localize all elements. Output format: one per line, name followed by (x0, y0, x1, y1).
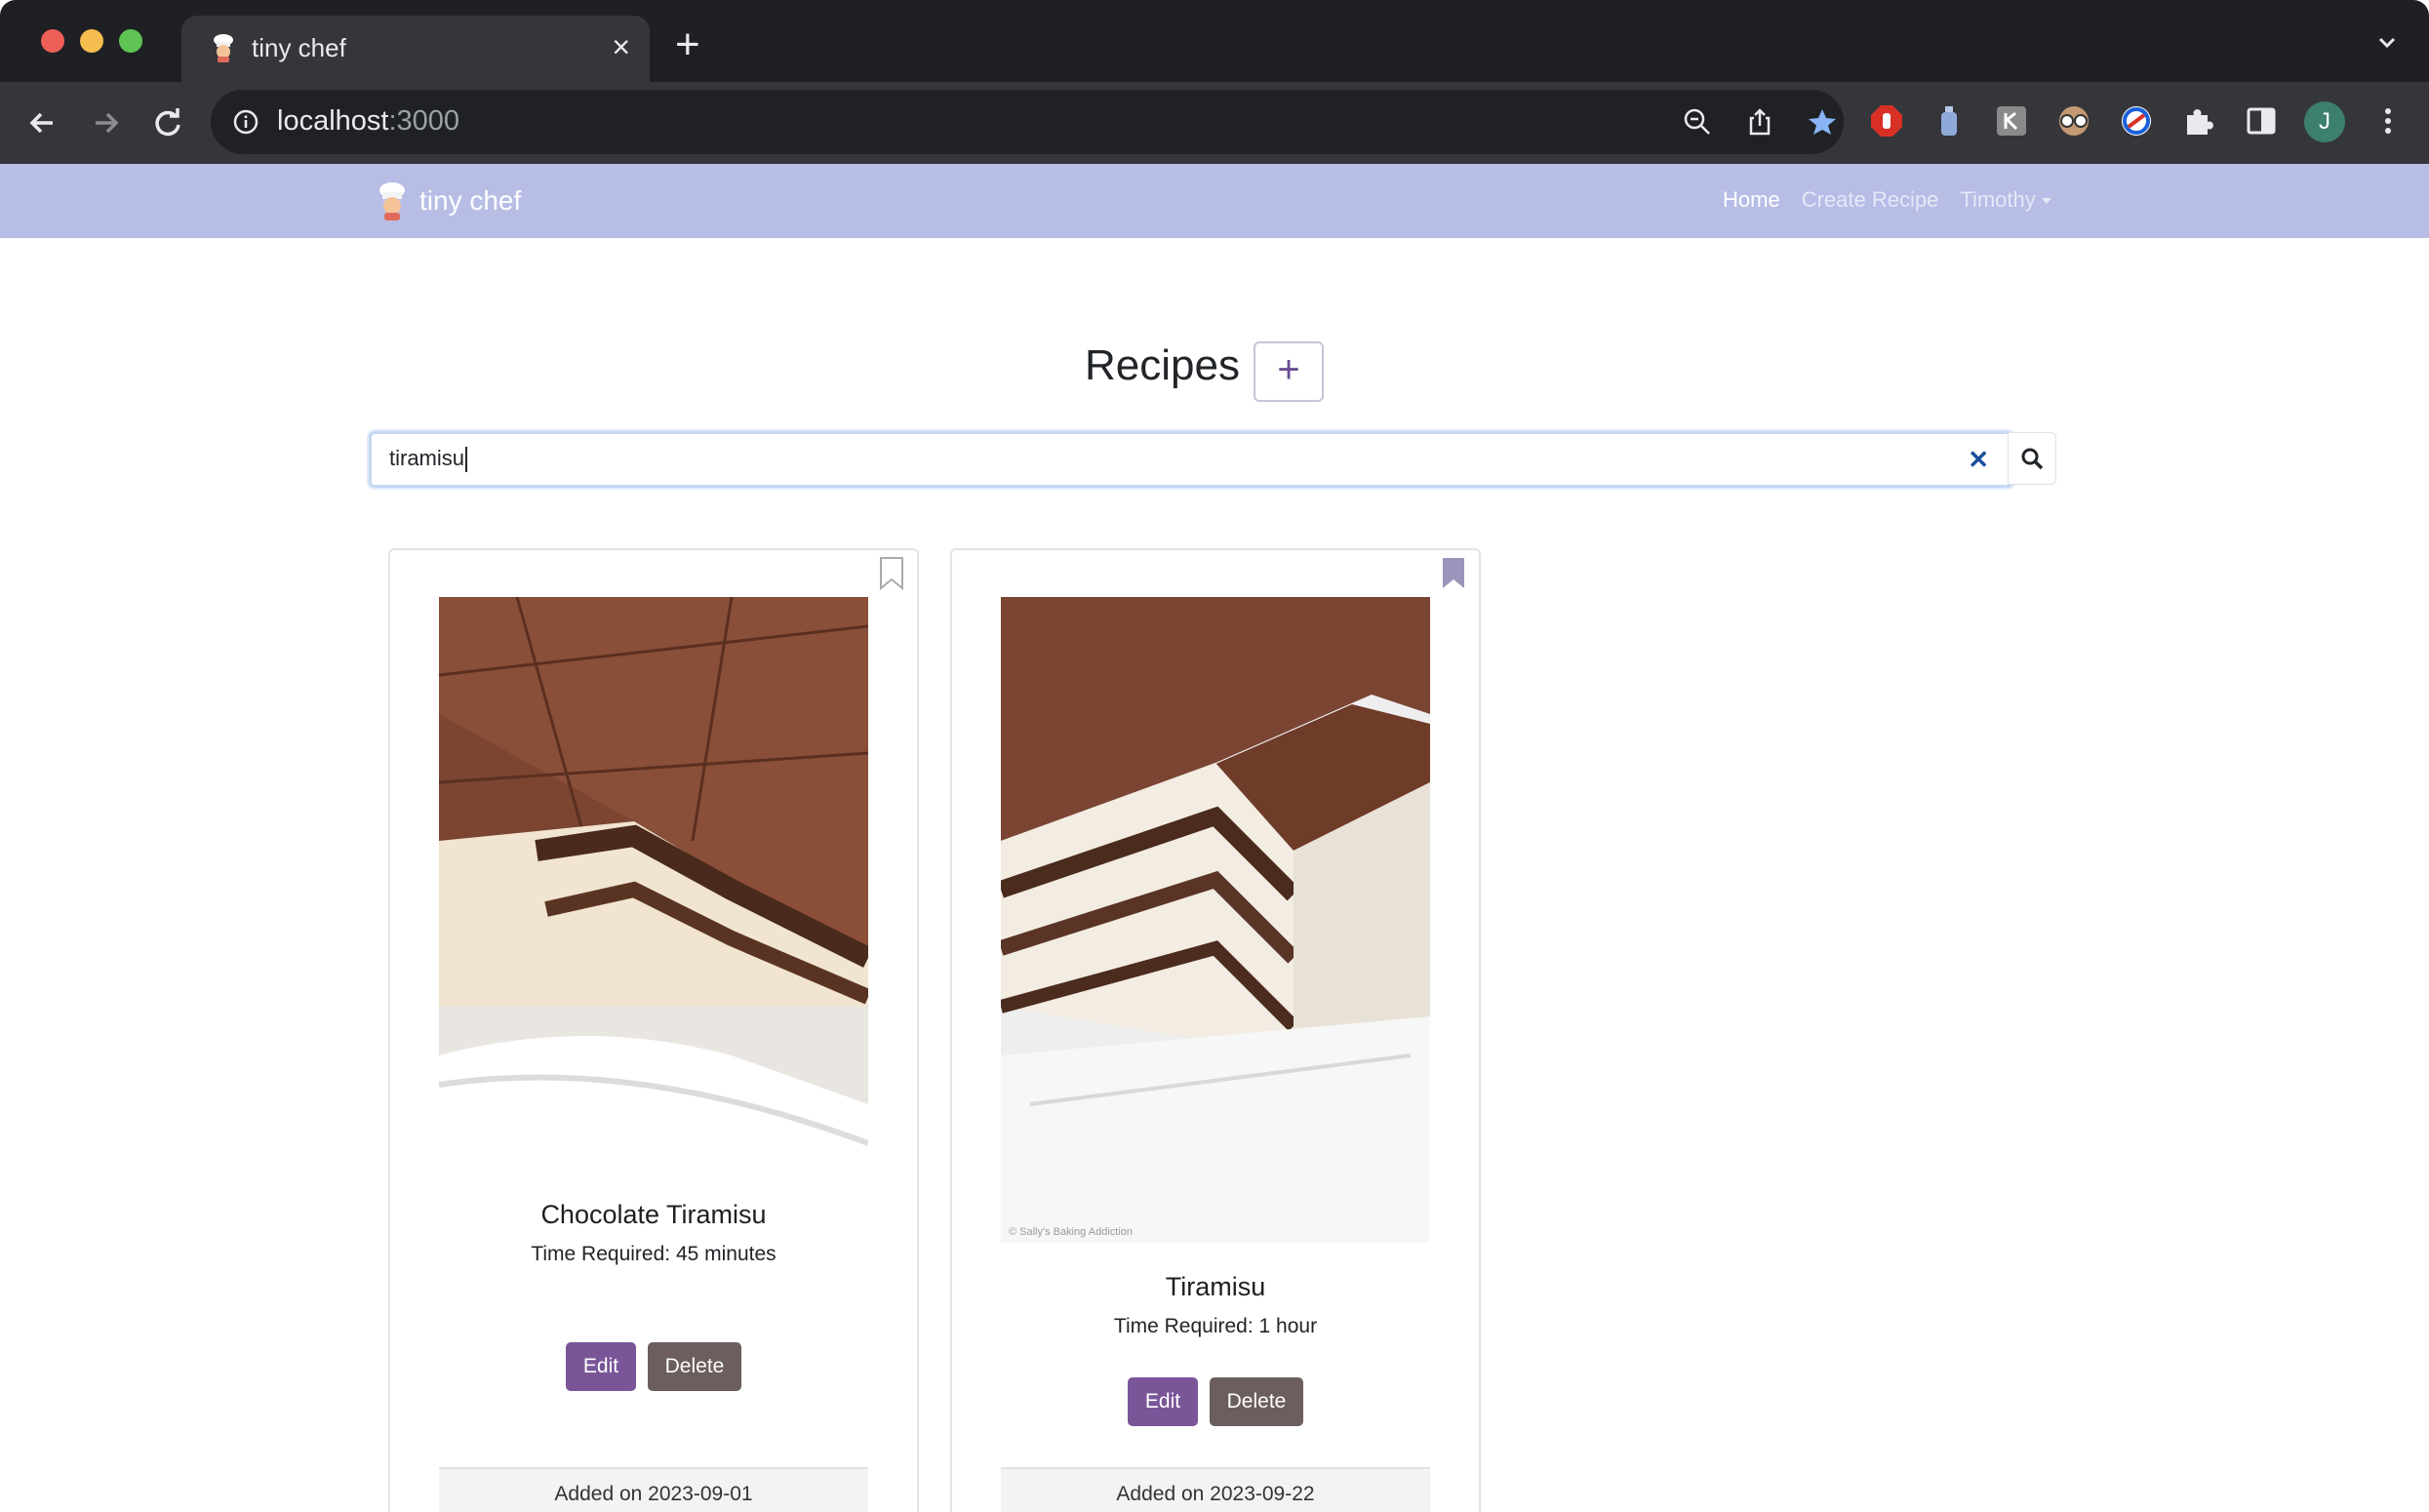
close-window-button[interactable] (41, 29, 64, 53)
recipe-image (439, 597, 868, 1171)
page-title: Recipes (1085, 341, 1240, 389)
browser-tab[interactable]: tiny chef × (181, 16, 650, 82)
recipe-time: Time Required: 1 hour (1113, 1315, 1318, 1337)
bookmark-filled-icon[interactable] (1440, 556, 1467, 591)
card-actions: Edit Delete (952, 1377, 1479, 1426)
card-actions: Edit Delete (390, 1342, 917, 1391)
grey-extension-icon[interactable] (1994, 103, 2029, 139)
tab-title: tiny chef (252, 33, 346, 62)
photo-credit: © Sally's Baking Addiction (1009, 1226, 1133, 1238)
tab-strip: tiny chef × + (0, 0, 2429, 82)
profile-avatar[interactable]: J (2304, 101, 2345, 142)
user-name: Timothy (1960, 187, 2036, 212)
forward-arrow-icon[interactable] (86, 103, 125, 142)
bookmark-outline-icon[interactable] (878, 556, 905, 591)
adblock-extension-icon[interactable] (1869, 103, 1904, 139)
nav-links: Home Create Recipe Timothy (1723, 187, 2051, 213)
recipe-image: © Sally's Baking Addiction (1001, 597, 1430, 1243)
recipe-title[interactable]: Chocolate Tiramisu (390, 1200, 917, 1230)
site-info-icon[interactable] (232, 108, 259, 136)
maximize-window-button[interactable] (119, 29, 142, 53)
search-field[interactable]: tiramisu ✕ (369, 431, 2013, 488)
tab-search-chevron-icon[interactable] (2376, 31, 2398, 53)
recipe-time: Time Required: 45 minutes (531, 1243, 776, 1265)
kebab-menu-icon[interactable] (2370, 103, 2406, 139)
clear-search-icon[interactable]: ✕ (1968, 445, 1989, 475)
chef-favicon-icon (214, 34, 233, 62)
zoom-out-icon[interactable] (1682, 106, 1713, 138)
card-footer: Added on 2023-09-22 (1001, 1467, 1430, 1512)
browser-toolbar: localhost:3000 J (0, 82, 2429, 164)
tab-close-icon[interactable]: × (612, 29, 630, 64)
edit-button[interactable]: Edit (1128, 1377, 1198, 1426)
add-recipe-button[interactable]: + (1254, 341, 1324, 402)
card-footer: Added on 2023-09-01 (439, 1467, 868, 1512)
back-arrow-icon[interactable] (23, 103, 62, 142)
new-tab-icon[interactable]: + (675, 23, 700, 66)
recipe-card: Chocolate Tiramisu Time Required: 45 min… (388, 548, 919, 1512)
nav-user-dropdown[interactable]: Timothy (1960, 187, 2051, 213)
browser-window: tiny chef × + localhost:3000 J tiny chef… (0, 0, 2429, 1512)
chef-logo-icon (379, 182, 405, 220)
app-navbar: tiny chef Home Create Recipe Timothy (0, 164, 2429, 238)
minimize-window-button[interactable] (80, 29, 103, 53)
glasses-extension-icon[interactable] (2056, 103, 2091, 139)
edit-button[interactable]: Edit (566, 1342, 636, 1391)
brand-name: tiny chef (419, 185, 522, 216)
address-bar[interactable]: localhost:3000 (211, 90, 1844, 154)
search-button[interactable] (2008, 432, 2056, 485)
url-text: localhost:3000 (277, 105, 460, 137)
brand-link[interactable]: tiny chef (375, 181, 521, 220)
extensions-puzzle-icon[interactable] (2181, 103, 2216, 139)
bottle-extension-icon[interactable] (1931, 103, 1967, 139)
caret-down-icon (2041, 198, 2051, 205)
nav-create-recipe-link[interactable]: Create Recipe (1802, 187, 1939, 213)
reload-icon[interactable] (148, 103, 187, 142)
delete-button[interactable]: Delete (1210, 1377, 1303, 1426)
delete-button[interactable]: Delete (648, 1342, 741, 1391)
recipe-card: © Sally's Baking Addiction Tiramisu Time… (950, 548, 1481, 1512)
recipe-title[interactable]: Tiramisu (952, 1272, 1479, 1302)
search-icon (2021, 448, 2044, 470)
app-viewport: tiny chef Home Create Recipe Timothy Rec… (0, 164, 2429, 1512)
circle-extension-icon[interactable] (2119, 103, 2154, 139)
search-input[interactable]: tiramisu (389, 446, 468, 473)
share-icon[interactable] (1744, 106, 1775, 138)
side-panel-icon[interactable] (2244, 103, 2279, 139)
nav-home-link[interactable]: Home (1723, 187, 1780, 213)
text-cursor (465, 447, 468, 473)
bookmark-star-icon[interactable] (1807, 106, 1838, 138)
